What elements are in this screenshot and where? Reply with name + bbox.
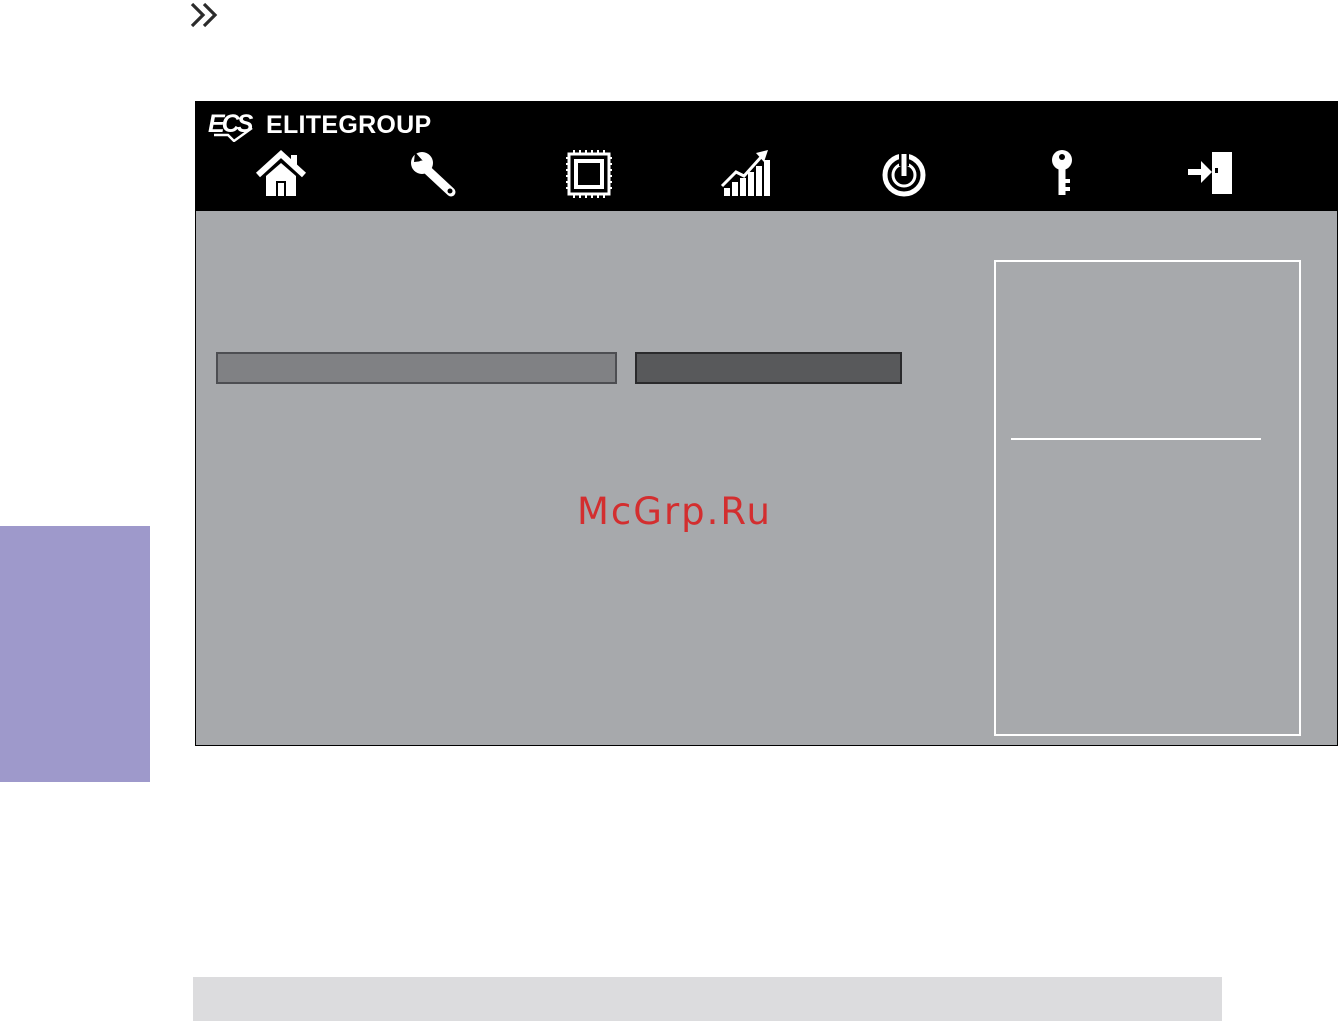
bios-header: ECS ELITEGROUP (196, 102, 1337, 211)
brand-name: ELITEGROUP (266, 110, 432, 139)
chart-arrow-icon (720, 150, 770, 196)
footer-bar (193, 977, 1222, 1021)
ecs-logo-icon: ECS (208, 110, 257, 142)
nav-exit-icon[interactable] (1186, 148, 1242, 200)
key-icon (1052, 150, 1072, 195)
nav-mib-chart-icon[interactable] (718, 148, 774, 200)
help-panel (994, 260, 1301, 736)
option-value-box[interactable] (635, 352, 902, 384)
side-chapter-tab (0, 526, 150, 782)
nav-chipset-chip-icon[interactable] (560, 148, 616, 200)
nav-main-home-icon[interactable] (253, 148, 309, 200)
nav-boot-power-icon[interactable] (876, 148, 932, 200)
chip-icon (566, 150, 612, 198)
help-divider (1011, 438, 1261, 440)
brand: ECS ELITEGROUP (208, 108, 432, 142)
option-label-box[interactable] (216, 352, 617, 384)
home-icon (255, 149, 307, 196)
watermark-text: McGrp.Ru (577, 490, 772, 533)
double-chevron-right-icon (188, 0, 224, 30)
bios-body (196, 211, 1337, 745)
exit-icon (1188, 152, 1232, 194)
power-icon (882, 152, 926, 197)
wrench-icon (411, 152, 456, 197)
nav-advanced-wrench-icon[interactable] (405, 148, 461, 200)
bios-screen: ECS ELITEGROUP (195, 101, 1338, 746)
nav-security-key-icon[interactable] (1034, 148, 1090, 200)
